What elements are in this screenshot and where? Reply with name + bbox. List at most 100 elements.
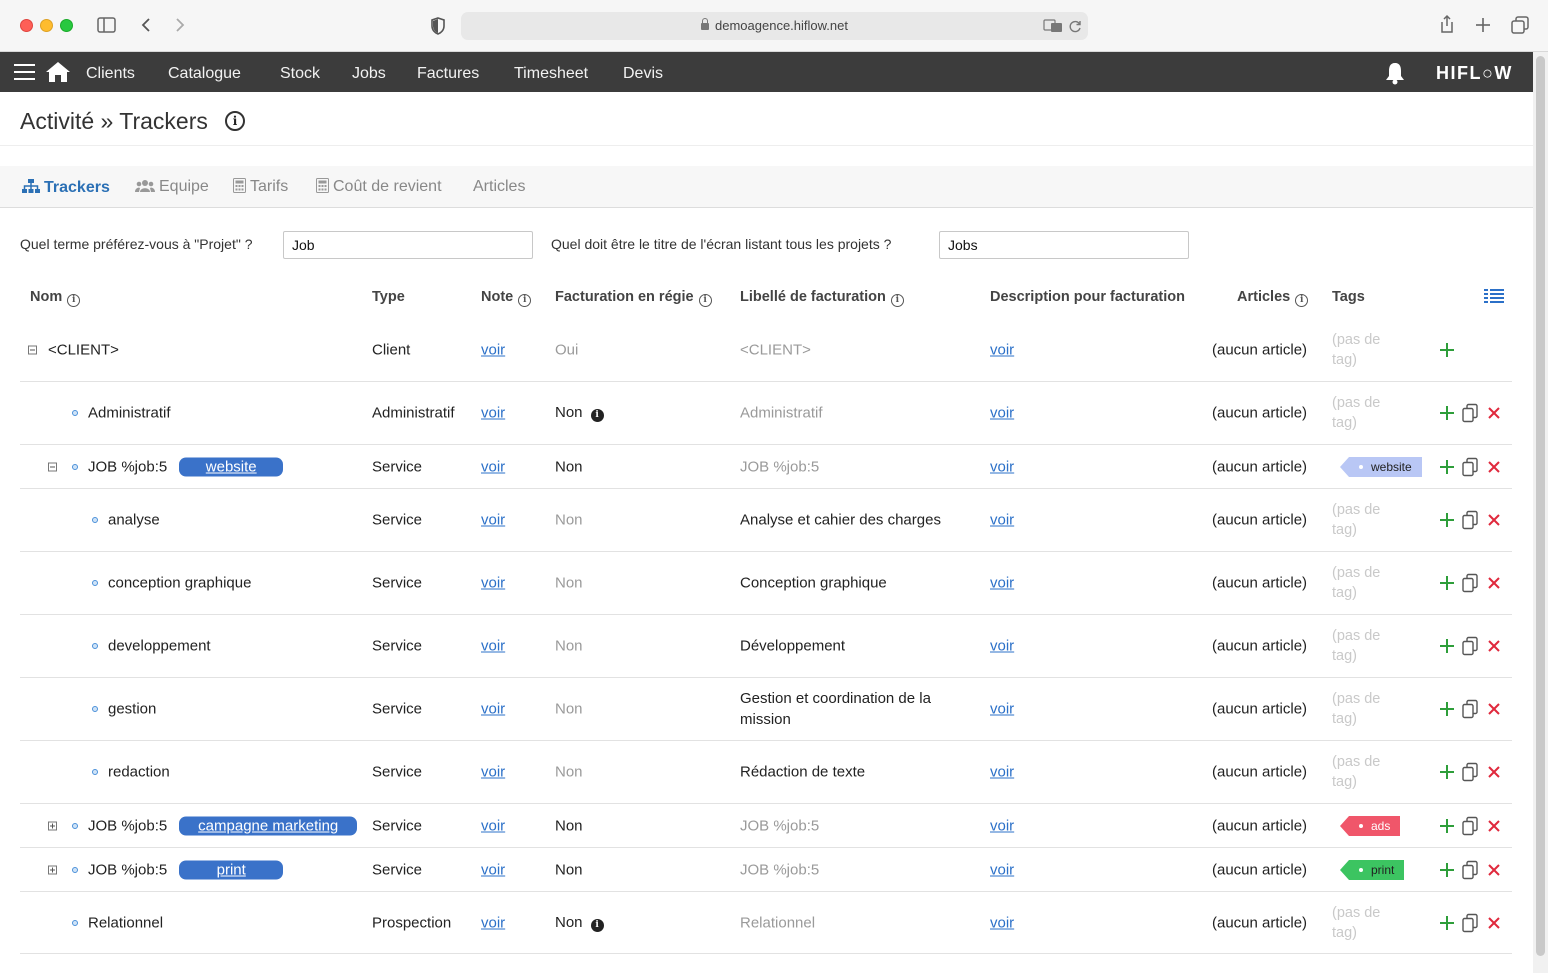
- nav-stock[interactable]: Stock: [280, 65, 320, 83]
- tracker-name[interactable]: conception graphique: [108, 575, 251, 592]
- info-icon[interactable]: i: [1295, 294, 1309, 307]
- job-badge[interactable]: print: [179, 860, 284, 879]
- delete-icon[interactable]: [1487, 765, 1501, 779]
- add-icon[interactable]: [1439, 862, 1455, 878]
- delete-icon[interactable]: [1487, 513, 1501, 527]
- tab-trackers[interactable]: Trackers: [22, 178, 110, 197]
- nav-factures[interactable]: Factures: [417, 65, 479, 83]
- translate-icon[interactable]: [1043, 19, 1063, 33]
- nav-catalogue[interactable]: Catalogue: [168, 65, 241, 83]
- info-icon[interactable]: i: [890, 294, 904, 307]
- tab-articles[interactable]: Articles: [473, 178, 525, 196]
- note-link[interactable]: voir: [481, 701, 505, 718]
- duplicate-icon[interactable]: [1462, 457, 1479, 476]
- tracker-name[interactable]: JOB %job:5 campagne marketing: [88, 816, 358, 835]
- add-icon[interactable]: [1439, 342, 1455, 358]
- header-articles[interactable]: Articles i: [1237, 289, 1309, 307]
- minimize-window-button[interactable]: [40, 19, 53, 32]
- delete-icon[interactable]: [1487, 460, 1501, 474]
- note-link[interactable]: voir: [481, 405, 505, 422]
- note-link[interactable]: voir: [481, 575, 505, 592]
- delete-icon[interactable]: [1487, 639, 1501, 653]
- bell-icon[interactable]: [1384, 61, 1406, 85]
- description-link[interactable]: voir: [990, 701, 1014, 718]
- description-link[interactable]: voir: [990, 458, 1014, 475]
- home-icon[interactable]: [44, 60, 72, 84]
- description-link[interactable]: voir: [990, 638, 1014, 655]
- note-link[interactable]: voir: [481, 764, 505, 781]
- menu-icon[interactable]: [14, 64, 35, 81]
- zoom-window-button[interactable]: [60, 19, 73, 32]
- description-link[interactable]: voir: [990, 405, 1014, 422]
- duplicate-icon[interactable]: [1462, 816, 1479, 835]
- tracker-name[interactable]: Relationnel: [88, 914, 163, 931]
- job-badge[interactable]: campagne marketing: [179, 816, 358, 835]
- share-icon[interactable]: [1439, 14, 1455, 34]
- duplicate-icon[interactable]: [1462, 762, 1479, 782]
- note-link[interactable]: voir: [481, 817, 505, 834]
- tag-label[interactable]: website: [1340, 456, 1422, 477]
- collapse-icon[interactable]: [28, 345, 37, 354]
- add-icon[interactable]: [1439, 459, 1455, 475]
- delete-icon[interactable]: [1487, 819, 1501, 833]
- scrollbar-thumb[interactable]: [1536, 56, 1545, 956]
- forward-icon[interactable]: [174, 17, 186, 33]
- project-term-input[interactable]: [283, 231, 533, 259]
- description-link[interactable]: voir: [990, 764, 1014, 781]
- back-icon[interactable]: [140, 17, 152, 33]
- header-type[interactable]: Type: [372, 289, 405, 305]
- duplicate-icon[interactable]: [1462, 510, 1479, 530]
- tracker-name[interactable]: <CLIENT>: [48, 341, 119, 358]
- column-settings-icon[interactable]: [1484, 288, 1504, 304]
- delete-icon[interactable]: [1487, 576, 1501, 590]
- description-link[interactable]: voir: [990, 341, 1014, 358]
- note-link[interactable]: voir: [481, 341, 505, 358]
- add-icon[interactable]: [1439, 915, 1455, 931]
- header-facturation-regie[interactable]: Facturation en régie i: [555, 289, 712, 307]
- tab-overview-icon[interactable]: [1511, 16, 1529, 34]
- delete-icon[interactable]: [1487, 863, 1501, 877]
- hiflow-logo[interactable]: HIFL○W: [1436, 63, 1513, 84]
- tracker-name[interactable]: developpement: [108, 638, 211, 655]
- description-link[interactable]: voir: [990, 861, 1014, 878]
- duplicate-icon[interactable]: [1462, 699, 1479, 719]
- tab-tarifs[interactable]: Tarifs: [233, 178, 288, 196]
- reload-icon[interactable]: [1069, 20, 1082, 33]
- header-note[interactable]: Note i: [481, 289, 532, 307]
- delete-icon[interactable]: [1487, 406, 1501, 420]
- header-description[interactable]: Description pour facturation: [990, 289, 1185, 305]
- add-icon[interactable]: [1439, 405, 1455, 421]
- add-icon[interactable]: [1439, 701, 1455, 717]
- nav-timesheet[interactable]: Timesheet: [514, 65, 588, 83]
- header-libelle[interactable]: Libellé de facturation i: [740, 289, 904, 307]
- duplicate-icon[interactable]: [1462, 636, 1479, 656]
- duplicate-icon[interactable]: [1462, 913, 1479, 932]
- delete-icon[interactable]: [1487, 916, 1501, 930]
- header-tags[interactable]: Tags: [1332, 289, 1365, 305]
- tracker-name[interactable]: Administratif: [88, 405, 171, 422]
- collapse-icon[interactable]: [48, 462, 57, 471]
- tracker-name[interactable]: JOB %job:5 website: [88, 457, 284, 476]
- new-tab-icon[interactable]: [1475, 17, 1491, 33]
- screen-title-input[interactable]: [939, 231, 1189, 259]
- expand-icon[interactable]: [48, 865, 57, 874]
- nav-jobs[interactable]: Jobs: [352, 65, 386, 83]
- delete-icon[interactable]: [1487, 702, 1501, 716]
- description-link[interactable]: voir: [990, 575, 1014, 592]
- note-link[interactable]: voir: [481, 861, 505, 878]
- header-nom[interactable]: Nom i: [30, 289, 81, 307]
- expand-icon[interactable]: [48, 821, 57, 830]
- info-icon[interactable]: i: [67, 294, 81, 307]
- info-icon[interactable]: i: [698, 294, 712, 307]
- info-icon[interactable]: i: [518, 294, 532, 307]
- tracker-name[interactable]: redaction: [108, 764, 170, 781]
- address-bar[interactable]: demoagence.hiflow.net: [461, 12, 1088, 40]
- note-link[interactable]: voir: [481, 458, 505, 475]
- info-icon[interactable]: i: [590, 409, 604, 422]
- tab-equipe[interactable]: Equipe: [135, 178, 209, 196]
- add-icon[interactable]: [1439, 575, 1455, 591]
- description-link[interactable]: voir: [990, 817, 1014, 834]
- info-icon[interactable]: i: [225, 111, 245, 131]
- nav-clients[interactable]: Clients: [86, 65, 135, 83]
- nav-devis[interactable]: Devis: [623, 65, 663, 83]
